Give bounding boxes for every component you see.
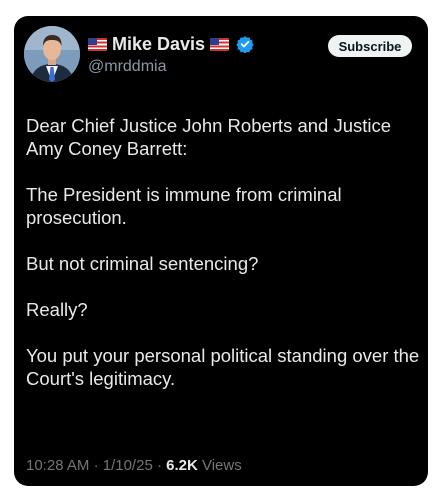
avatar-image: [24, 26, 80, 82]
author-handle[interactable]: @mrddmia: [88, 58, 166, 76]
tweet-time[interactable]: 10:28 AM: [26, 457, 89, 474]
views-label: Views: [201, 457, 242, 474]
tweet-card: Mike Davis @mrddmia Subscribe Dear Chief…: [14, 16, 428, 486]
tweet-meta: 10:28 AM · 1/10/25 · 6.2K Views: [26, 457, 242, 474]
meta-separator: ·: [93, 457, 99, 474]
views-count[interactable]: 6.2K: [166, 457, 198, 474]
avatar[interactable]: [24, 26, 80, 82]
tweet-paragraph: The President is immune from criminal pr…: [26, 184, 342, 228]
subscribe-button[interactable]: Subscribe: [328, 35, 412, 57]
tweet-paragraph: Dear Chief Justice John Roberts and Just…: [26, 115, 392, 159]
tweet-date[interactable]: 1/10/25: [103, 457, 153, 474]
us-flag-icon: [88, 37, 107, 51]
meta-separator: ·: [156, 457, 162, 474]
verified-badge-icon: [236, 36, 254, 53]
author-name[interactable]: Mike Davis: [112, 34, 205, 55]
tweet-paragraph: You put your personal political standing…: [26, 345, 420, 389]
tweet-text: Dear Chief Justice John Roberts and Just…: [26, 114, 424, 413]
author-name-row[interactable]: Mike Davis: [88, 33, 254, 55]
us-flag-icon: [210, 37, 230, 51]
tweet-paragraph: But not criminal sentencing?: [26, 253, 259, 274]
tweet-paragraph: Really?: [26, 299, 88, 320]
